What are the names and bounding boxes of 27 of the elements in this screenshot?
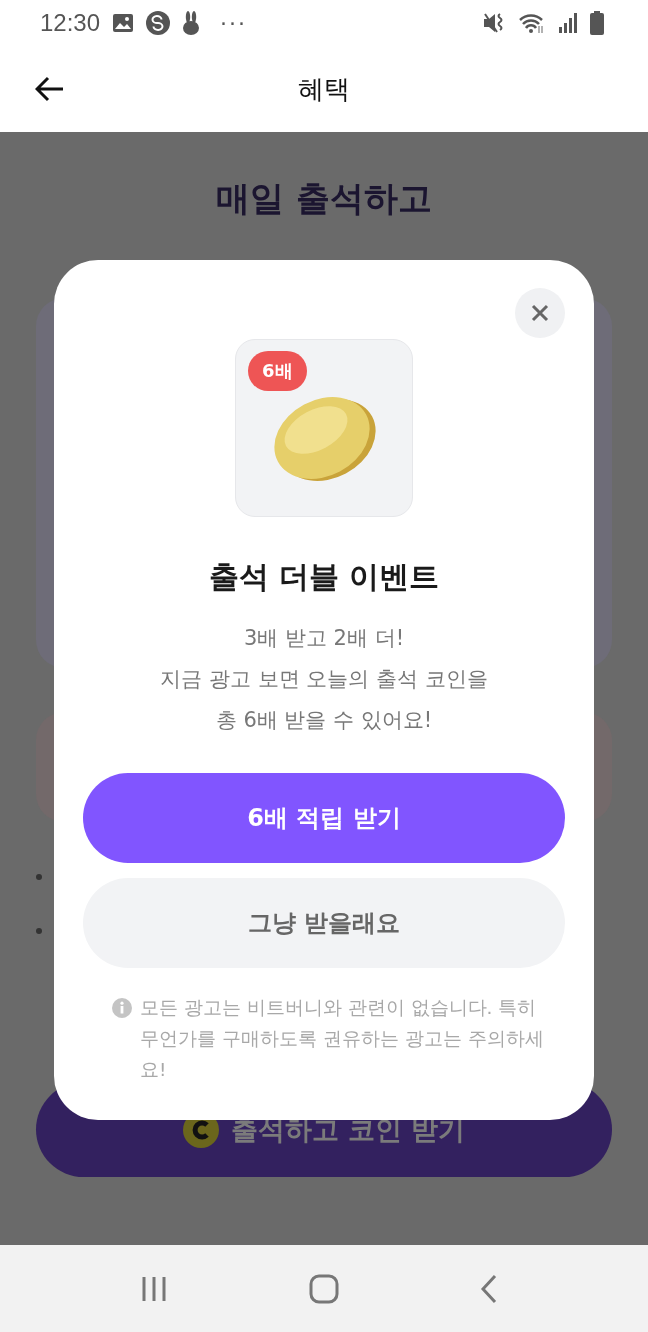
status-time: 12:30: [40, 9, 101, 37]
back-arrow-icon[interactable]: [35, 76, 65, 102]
close-button[interactable]: [515, 288, 565, 338]
dialog-title: 출석 더블 이벤트: [208, 558, 440, 596]
page-title: 혜택: [298, 72, 350, 106]
s-circle-icon: [146, 11, 171, 35]
multiplier-badge: 6배: [248, 351, 307, 391]
notice-text: 모든 광고는 비트버니와 관련이 없습니다. 특히 무언가를 구매하도록 권유하는 광고는 주의하세요!: [140, 996, 545, 1082]
close-icon: [531, 304, 549, 322]
description-text: 3배 받고 2배 더!: [243, 625, 405, 652]
page-heading: 매일 출석하고: [216, 177, 432, 220]
reward-button[interactable]: 6배 적립 받기: [83, 773, 565, 863]
description-text: 총 6배 받을 수 있어요!: [215, 707, 433, 734]
back-icon[interactable]: [479, 1273, 498, 1304]
signal-icon: [558, 12, 578, 34]
home-icon[interactable]: [309, 1273, 339, 1304]
skip-button[interactable]: 그냥 받을래요: [83, 878, 565, 968]
battery-icon: [590, 11, 604, 35]
overflow-indicator: ···: [220, 10, 248, 36]
description-text: 지금 광고 보면 오늘의 출석 코인을: [160, 666, 488, 693]
image-icon: [112, 13, 135, 33]
bullet-icon: [36, 928, 42, 934]
info-icon: [112, 998, 132, 1018]
rabbit-icon: [182, 11, 201, 35]
recent-apps-icon[interactable]: [140, 1274, 169, 1303]
wifi-icon: [518, 12, 546, 34]
bullet-icon: [36, 874, 42, 880]
